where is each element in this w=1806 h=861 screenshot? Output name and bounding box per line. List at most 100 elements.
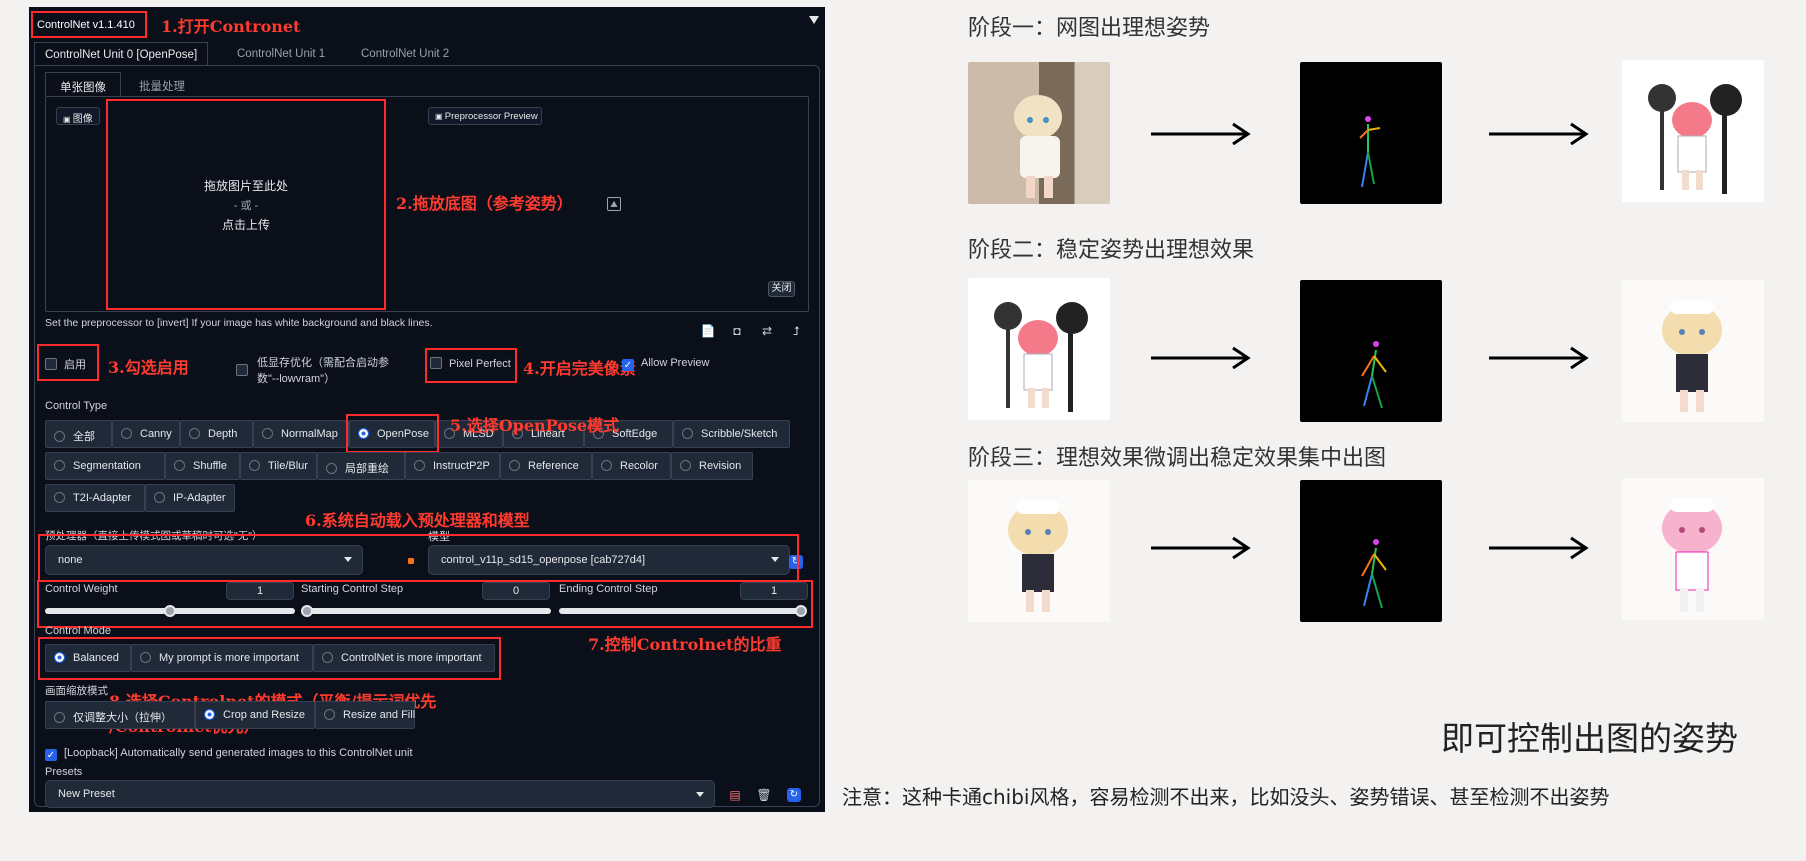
enable-checkbox-box[interactable] (45, 358, 57, 370)
trash-icon[interactable]: 🗑 (756, 787, 772, 803)
starting-step-thumb[interactable] (301, 605, 313, 617)
allow-preview-checkbox[interactable]: ✓ Allow Preview (622, 357, 709, 371)
chibi-nurse-mech-image (1648, 84, 1742, 194)
control-type-depth-label: Depth (208, 428, 238, 440)
triangle-down-icon[interactable] (809, 16, 819, 24)
controlnet-header[interactable]: ControlNet v1.1.410 (31, 11, 147, 38)
chibi-nurse-mech-image (994, 302, 1088, 412)
camera-icon[interactable]: ◘ (729, 323, 745, 339)
control-type-tile[interactable]: Tile/Blur (240, 452, 317, 480)
mode-prompt[interactable]: My prompt is more important (131, 644, 313, 672)
control-type-shuffle-radio[interactable] (174, 460, 185, 471)
control-type-depth-radio[interactable] (189, 428, 200, 439)
preprocessor-select[interactable]: none (45, 545, 363, 575)
pixel-perfect-checkbox[interactable]: Pixel Perfect (430, 357, 511, 370)
control-type-reference-radio[interactable] (509, 460, 520, 471)
tab-single-image[interactable]: 单张图像 (45, 72, 121, 96)
mode-prompt-radio[interactable] (140, 652, 151, 663)
pixel-perfect-box[interactable] (430, 357, 442, 369)
mode-controlnet-radio[interactable] (322, 652, 333, 663)
control-type-t2i-adapter[interactable]: T2I-Adapter (45, 484, 145, 512)
resize-fill[interactable]: Resize and Fill (315, 701, 415, 729)
openpose-skeleton-image (1359, 116, 1381, 188)
resize-crop-radio[interactable] (204, 709, 215, 720)
control-weight-thumb[interactable] (164, 605, 176, 617)
chibi-blonde-nurse-image (1662, 300, 1722, 412)
control-type-segmentation-radio[interactable] (54, 460, 65, 471)
tab-batch[interactable]: 批量处理 (139, 78, 185, 94)
starting-step-input[interactable]: 0 (482, 582, 550, 600)
control-type-inpaint[interactable]: 局部重绘 (317, 452, 405, 480)
control-type-revision-radio[interactable] (680, 460, 691, 471)
document-icon[interactable]: 📄 (700, 323, 716, 339)
save-preset-icon[interactable]: ▤ (727, 787, 743, 803)
control-type-canny[interactable]: Canny (112, 420, 180, 448)
control-type-normalmap[interactable]: NormalMap (253, 420, 349, 448)
control-type-shuffle-label: Shuffle (193, 460, 228, 472)
control-weight-slider[interactable] (45, 605, 295, 617)
control-type-openpose-radio[interactable] (358, 428, 369, 439)
tab-unit-2[interactable]: ControlNet Unit 2 (351, 42, 459, 66)
control-type-recolor-label: Recolor (620, 460, 658, 472)
control-type-normalmap-radio[interactable] (262, 428, 273, 439)
allow-preview-box[interactable]: ✓ (622, 359, 634, 371)
control-type-ip-radio[interactable] (154, 492, 165, 503)
mode-controlnet[interactable]: ControlNet is more important (313, 644, 495, 672)
control-type-ip-adapter[interactable]: IP-Adapter (145, 484, 235, 512)
preset-select[interactable]: New Preset (45, 780, 715, 808)
loopback-label: [Loopback] Automatically send generated … (64, 747, 413, 759)
control-type-instructp2p[interactable]: InstructP2P (405, 452, 500, 480)
control-type-inpaint-radio[interactable] (326, 463, 337, 474)
loopback-checkbox[interactable]: ✓ [Loopback] Automatically send generated… (45, 747, 413, 761)
resize-fill-radio[interactable] (324, 709, 335, 720)
send-icon[interactable]: ⮥ (788, 323, 804, 339)
control-type-shuffle[interactable]: Shuffle (165, 452, 240, 480)
control-type-all[interactable]: 全部 (45, 420, 112, 448)
annotation-6: 6.系统自动载入预处理器和模型 (305, 511, 530, 530)
mode-balanced[interactable]: Balanced (45, 644, 131, 672)
lowvram-checkbox[interactable] (236, 364, 255, 377)
resize-crop-label: Crop and Resize (223, 709, 305, 721)
swap-icon[interactable]: ⇄ (759, 323, 775, 339)
starting-step-slider[interactable] (301, 605, 551, 617)
control-type-depth[interactable]: Depth (180, 420, 253, 448)
ending-step-slider[interactable] (559, 605, 807, 617)
close-button[interactable]: 关闭 (768, 281, 795, 297)
control-weight-input[interactable]: 1 (226, 582, 294, 600)
image-dropzone[interactable]: 拖放图片至此处 - 或 - 点击上传 (108, 101, 384, 308)
refresh-presets-icon[interactable]: ↻ (787, 788, 801, 802)
annotation-7: 7.控制Controlnet的比重 (588, 635, 782, 654)
control-type-openpose[interactable]: OpenPose (349, 420, 435, 448)
resize-just-resize-radio[interactable] (54, 712, 65, 723)
control-type-segmentation[interactable]: Segmentation (45, 452, 165, 480)
control-type-reference[interactable]: Reference (500, 452, 592, 480)
ending-step-input[interactable]: 1 (740, 582, 808, 600)
control-type-all-radio[interactable] (54, 431, 65, 442)
control-type-tile-radio[interactable] (249, 460, 260, 471)
control-type-scribble-radio[interactable] (682, 428, 693, 439)
ending-step-thumb[interactable] (795, 605, 807, 617)
loopback-box[interactable]: ✓ (45, 749, 57, 761)
control-type-all-label: 全部 (73, 431, 95, 443)
resize-just-resize[interactable]: 仅调整大小（拉伸） (45, 701, 195, 729)
explosion-icon[interactable] (408, 558, 414, 564)
tab-unit-0[interactable]: ControlNet Unit 0 [OpenPose] (34, 42, 209, 66)
control-type-recolor-radio[interactable] (601, 460, 612, 471)
mode-balanced-radio[interactable] (54, 652, 65, 663)
image-icon[interactable]: ⛰ (607, 197, 621, 211)
tab-unit-1[interactable]: ControlNet Unit 1 (227, 42, 335, 66)
control-type-revision[interactable]: Revision (671, 452, 753, 480)
lowvram-checkbox-box[interactable] (236, 364, 248, 376)
drop-or: - 或 - (233, 200, 259, 212)
summary-text: 即可控制出图的姿势 (1441, 719, 1738, 758)
control-type-recolor[interactable]: Recolor (592, 452, 671, 480)
enable-checkbox[interactable]: 启用 (45, 356, 86, 372)
control-type-scribble[interactable]: Scribble/Sketch (673, 420, 790, 448)
resize-crop[interactable]: Crop and Resize (195, 701, 315, 729)
control-type-instructp2p-radio[interactable] (414, 460, 425, 471)
control-type-t2i-radio[interactable] (54, 492, 65, 503)
refresh-models-icon[interactable]: ↻ (789, 555, 803, 569)
model-select[interactable]: control_v11p_sd15_openpose [cab727d4] (428, 545, 790, 575)
control-type-t2i-label: T2I-Adapter (73, 492, 132, 504)
control-type-canny-radio[interactable] (121, 428, 132, 439)
